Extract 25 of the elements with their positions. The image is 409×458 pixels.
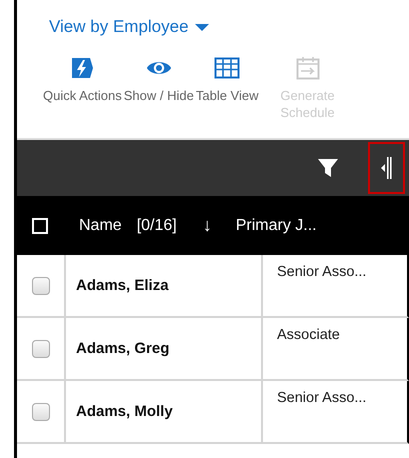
select-all-checkbox[interactable] [32, 218, 48, 234]
collapse-button[interactable] [368, 142, 405, 194]
sort-icon[interactable]: ↓ [202, 215, 212, 236]
row-checkbox[interactable] [32, 340, 50, 358]
grid-icon [214, 55, 240, 81]
view-selector[interactable]: View by Employee [49, 17, 209, 37]
collapse-icon [380, 156, 392, 180]
count-label: [0/16] [136, 216, 177, 234]
table-cell-text: Senior Asso... [276, 389, 368, 408]
toolbar-button[interactable]: Table View [196, 55, 258, 138]
filter-icon[interactable] [318, 158, 338, 178]
toolbar-button[interactable]: Quick Actions [43, 55, 122, 138]
row-checkbox[interactable] [32, 402, 50, 420]
caret-icon [194, 24, 209, 30]
row-checkbox[interactable] [32, 276, 50, 294]
toolbar-button[interactable]: Show / Hide [124, 55, 194, 138]
table-cell-text: Senior Asso... [276, 263, 368, 282]
column-header[interactable]: Name [79, 216, 122, 234]
table-cell: Adams, Eliza [66, 255, 263, 316]
bolt-icon [69, 55, 96, 81]
table-cell: Adams, Greg [66, 318, 263, 379]
column-header[interactable]: Primary J... [236, 216, 317, 234]
table-cell-text: Associate [276, 326, 341, 345]
calendar-icon [294, 55, 320, 81]
table-cell: Adams, Molly [66, 381, 263, 442]
